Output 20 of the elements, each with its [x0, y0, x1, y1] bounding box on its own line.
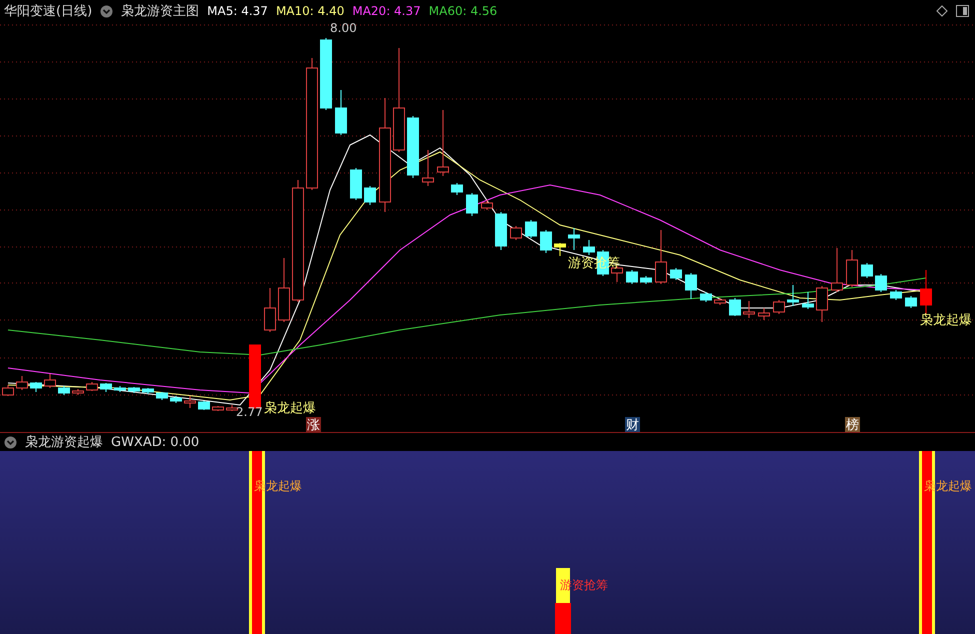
dropdown-icon[interactable]: [100, 4, 114, 18]
window-icon[interactable]: [956, 5, 969, 17]
event-tag[interactable]: 财: [625, 417, 640, 432]
event-tag[interactable]: 涨: [306, 417, 321, 432]
price-label: 2.77: [236, 405, 263, 419]
indicator-name: 枭龙游资主图: [121, 3, 200, 20]
event-tag[interactable]: 榜: [845, 417, 860, 432]
stock-title: 华阳变速(日线): [4, 3, 92, 20]
moving-average-value: MA20: 4.37: [352, 4, 421, 18]
diamond-icon[interactable]: [936, 5, 948, 17]
moving-average-value: MA5: 4.37: [207, 4, 268, 18]
indicator-reading: GWXAD: 0.00: [111, 434, 200, 450]
moving-average-value: MA10: 4.40: [276, 4, 344, 18]
signal-label: 枭龙起爆: [920, 313, 972, 328]
price-label: 8.00: [330, 22, 357, 35]
signal-label: 枭龙起爆: [264, 401, 316, 416]
dropdown-icon[interactable]: [4, 436, 17, 448]
signal-bar: [555, 568, 571, 634]
moving-average-value: MA60: 4.56: [428, 4, 498, 18]
indicator-name: 枭龙游资起爆: [25, 434, 103, 451]
